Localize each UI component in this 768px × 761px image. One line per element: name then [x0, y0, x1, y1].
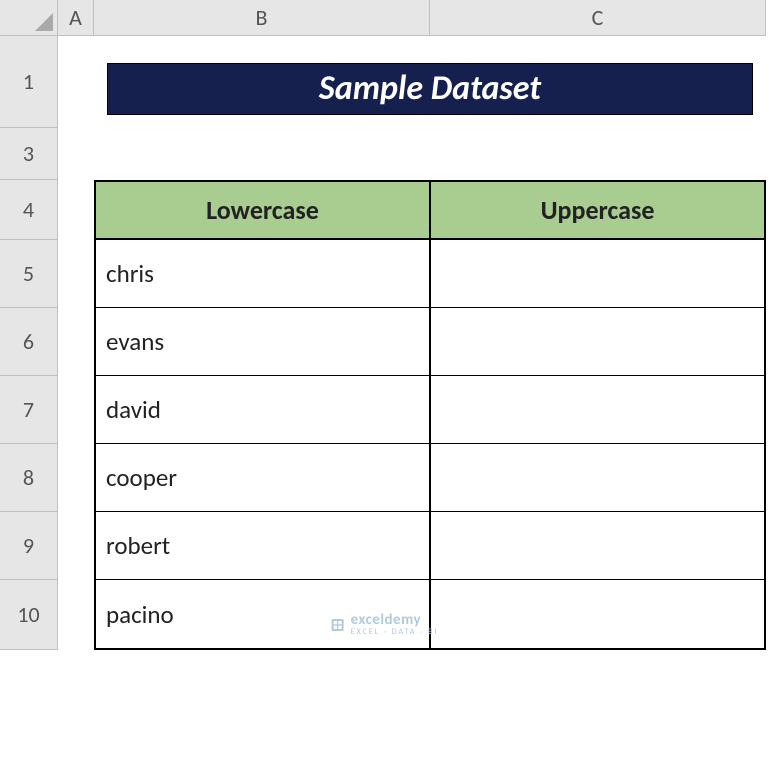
cell-C8[interactable]	[430, 444, 766, 512]
cell-B7[interactable]: david	[94, 376, 430, 444]
cell-A-gutter[interactable]	[58, 36, 94, 650]
row-header-3[interactable]: 3	[0, 128, 58, 180]
table-header-lowercase[interactable]: Lowercase	[94, 180, 430, 240]
cell-C9[interactable]	[430, 512, 766, 580]
cell-C10[interactable]	[430, 580, 766, 650]
cell-B9[interactable]: robert	[94, 512, 430, 580]
row-header-1-2[interactable]: 1	[0, 36, 58, 128]
row-header-6[interactable]: 6	[0, 308, 58, 376]
cell-B8[interactable]: cooper	[94, 444, 430, 512]
select-all-corner[interactable]	[0, 0, 58, 36]
row-header-4[interactable]: 4	[0, 180, 58, 240]
row-header-8[interactable]: 8	[0, 444, 58, 512]
cell-C7[interactable]	[430, 376, 766, 444]
title-row[interactable]: Sample Dataset	[94, 50, 766, 128]
cell-B10[interactable]: pacino	[94, 580, 430, 650]
row-header-5[interactable]: 5	[0, 240, 58, 308]
cell-C5[interactable]	[430, 240, 766, 308]
table-header-uppercase[interactable]: Uppercase	[430, 180, 766, 240]
row-header-7[interactable]: 7	[0, 376, 58, 444]
cell-row3[interactable]	[94, 128, 766, 180]
cell-B5[interactable]: chris	[94, 240, 430, 308]
row-header-10[interactable]: 10	[0, 580, 58, 650]
col-header-A[interactable]: A	[58, 0, 94, 36]
dataset-title: Sample Dataset	[107, 63, 752, 116]
cell-C6[interactable]	[430, 308, 766, 376]
cell-B1C1-top[interactable]	[94, 36, 766, 50]
spreadsheet-grid: A B C 1 Sample Dataset 3 4 Lowercase Upp…	[0, 0, 768, 650]
col-header-C[interactable]: C	[430, 0, 766, 36]
col-header-B[interactable]: B	[94, 0, 430, 36]
cell-B6[interactable]: evans	[94, 308, 430, 376]
row-header-9[interactable]: 9	[0, 512, 58, 580]
